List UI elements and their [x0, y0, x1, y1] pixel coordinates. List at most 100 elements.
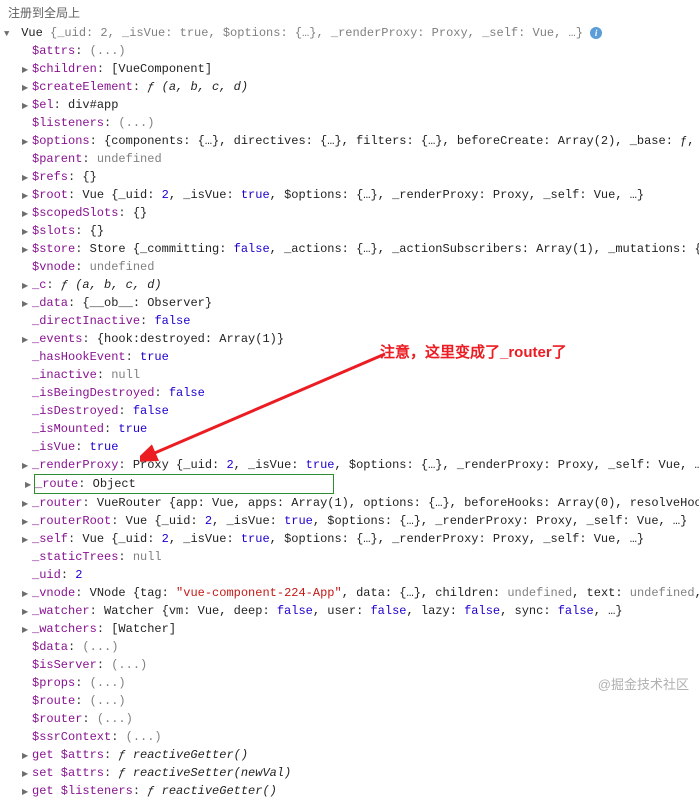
expand-arrow-icon[interactable] — [22, 63, 32, 78]
property-row[interactable]: _events: {hook:destroyed: Array(1)} — [8, 330, 691, 348]
info-icon[interactable]: i — [590, 27, 602, 39]
colon: : — [68, 170, 82, 184]
property-key: $slots — [32, 224, 75, 238]
property-row[interactable]: $router: (...) — [8, 710, 691, 728]
colon: : — [154, 386, 168, 400]
property-row[interactable]: $parent: undefined — [8, 150, 691, 168]
property-row[interactable]: $slots: {} — [8, 222, 691, 240]
property-row[interactable]: $attrs: (...) — [8, 42, 691, 60]
expand-arrow-icon[interactable] — [22, 515, 32, 530]
property-key: $attrs — [32, 44, 75, 58]
property-key: _isDestroyed — [32, 404, 118, 418]
property-key: _self — [32, 532, 68, 546]
expand-arrow-icon[interactable] — [22, 497, 32, 512]
property-row[interactable]: get $attrs: ƒ reactiveGetter() — [8, 746, 691, 764]
property-row[interactable]: _route: Object — [8, 474, 691, 494]
expand-arrow-icon[interactable] — [22, 135, 32, 150]
property-value: VueRouter {app: Vue, apps: Array(1), opt… — [97, 496, 699, 510]
property-key: _isVue — [32, 440, 75, 454]
property-row[interactable]: _uid: 2 — [8, 566, 691, 584]
expand-arrow-icon[interactable] — [22, 81, 32, 96]
expand-arrow-icon[interactable] — [22, 623, 32, 638]
property-value: {__ob__: Observer} — [82, 296, 212, 310]
property-value: Vue {_uid: 2, _isVue: true, $options: {…… — [82, 188, 644, 202]
colon: : — [68, 640, 82, 654]
property-row[interactable]: $scopedSlots: {} — [8, 204, 691, 222]
property-row[interactable]: set $attrs: ƒ reactiveSetter(newVal) — [8, 764, 691, 782]
property-row[interactable]: _watcher: Watcher {vm: Vue, deep: false,… — [8, 602, 691, 620]
property-key: _staticTrees — [32, 550, 118, 564]
property-row[interactable]: get $listeners: ƒ reactiveGetter() — [8, 782, 691, 800]
property-row[interactable]: _c: ƒ (a, b, c, d) — [8, 276, 691, 294]
property-key: $children — [32, 62, 97, 76]
property-row[interactable]: $isServer: (...) — [8, 656, 691, 674]
property-key: _routerRoot — [32, 514, 111, 528]
property-row[interactable]: $store: Store {_committing: false, _acti… — [8, 240, 691, 258]
property-row[interactable]: _staticTrees: null — [8, 548, 691, 566]
property-key: _events — [32, 332, 82, 346]
colon: : — [75, 676, 89, 690]
property-value: true — [140, 350, 169, 364]
property-row[interactable]: $route: (...) — [8, 692, 691, 710]
property-value: true — [118, 422, 147, 436]
property-row[interactable]: _isVue: true — [8, 438, 691, 456]
property-row[interactable]: $listeners: (...) — [8, 114, 691, 132]
property-row[interactable]: $children: [VueComponent] — [8, 60, 691, 78]
property-row[interactable]: _watchers: [Watcher] — [8, 620, 691, 638]
property-key: $parent — [32, 152, 82, 166]
colon: : — [75, 586, 89, 600]
property-key: $options — [32, 134, 90, 148]
property-value: null — [111, 368, 140, 382]
property-row[interactable]: _vnode: VNode {tag: "vue-component-224-A… — [8, 584, 691, 602]
property-row[interactable]: $createElement: ƒ (a, b, c, d) — [8, 78, 691, 96]
colon: : — [118, 458, 132, 472]
property-row[interactable]: $data: (...) — [8, 638, 691, 656]
expand-arrow-icon[interactable] — [25, 478, 35, 493]
property-value: [VueComponent] — [111, 62, 212, 76]
property-row[interactable]: _isBeingDestroyed: false — [8, 384, 691, 402]
expand-arrow-icon[interactable] — [22, 767, 32, 782]
property-row[interactable]: _inactive: null — [8, 366, 691, 384]
expand-arrow-icon[interactable] — [22, 533, 32, 548]
expand-arrow-icon[interactable] — [22, 297, 32, 312]
colon: : — [90, 134, 104, 148]
property-row[interactable]: _directInactive: false — [8, 312, 691, 330]
property-value: {} — [90, 224, 104, 238]
property-row[interactable]: $options: {components: {…}, directives: … — [8, 132, 691, 150]
property-row[interactable]: _isDestroyed: false — [8, 402, 691, 420]
property-row[interactable]: _self: Vue {_uid: 2, _isVue: true, $opti… — [8, 530, 691, 548]
expand-arrow-icon[interactable] — [22, 189, 32, 204]
expand-arrow-icon[interactable] — [22, 243, 32, 258]
expand-arrow-icon[interactable] — [22, 749, 32, 764]
property-row[interactable]: _data: {__ob__: Observer} — [8, 294, 691, 312]
property-list: $attrs: (...)$children: [VueComponent]$c… — [8, 42, 691, 800]
expand-arrow-icon[interactable] — [22, 333, 32, 348]
expand-arrow-icon[interactable] — [22, 785, 32, 800]
root-object-line[interactable]: Vue {_uid: 2, _isVue: true, $options: {…… — [8, 24, 691, 42]
expand-arrow-icon[interactable] — [22, 587, 32, 602]
property-key: _vnode — [32, 586, 75, 600]
expand-arrow-icon[interactable] — [4, 27, 14, 42]
expand-arrow-icon[interactable] — [22, 207, 32, 222]
property-value: (...) — [90, 694, 126, 708]
property-row[interactable]: _router: VueRouter {app: Vue, apps: Arra… — [8, 494, 691, 512]
expand-arrow-icon[interactable] — [22, 605, 32, 620]
property-row[interactable]: _renderProxy: Proxy {_uid: 2, _isVue: tr… — [8, 456, 691, 474]
property-key: $route — [32, 694, 75, 708]
expand-arrow-icon[interactable] — [22, 99, 32, 114]
property-row[interactable]: _hasHookEvent: true — [8, 348, 691, 366]
expand-arrow-icon[interactable] — [22, 171, 32, 186]
property-row[interactable]: $root: Vue {_uid: 2, _isVue: true, $opti… — [8, 186, 691, 204]
property-row[interactable]: $props: (...) — [8, 674, 691, 692]
property-row[interactable]: $ssrContext: (...) — [8, 728, 691, 746]
expand-arrow-icon[interactable] — [22, 279, 32, 294]
property-key: $props — [32, 676, 75, 690]
expand-arrow-icon[interactable] — [22, 225, 32, 240]
property-row[interactable]: $el: div#app — [8, 96, 691, 114]
property-row[interactable]: _routerRoot: Vue {_uid: 2, _isVue: true,… — [8, 512, 691, 530]
property-row[interactable]: $vnode: undefined — [8, 258, 691, 276]
property-row[interactable]: _isMounted: true — [8, 420, 691, 438]
property-row[interactable]: $refs: {} — [8, 168, 691, 186]
expand-arrow-icon[interactable] — [22, 459, 32, 474]
colon: : — [111, 730, 125, 744]
